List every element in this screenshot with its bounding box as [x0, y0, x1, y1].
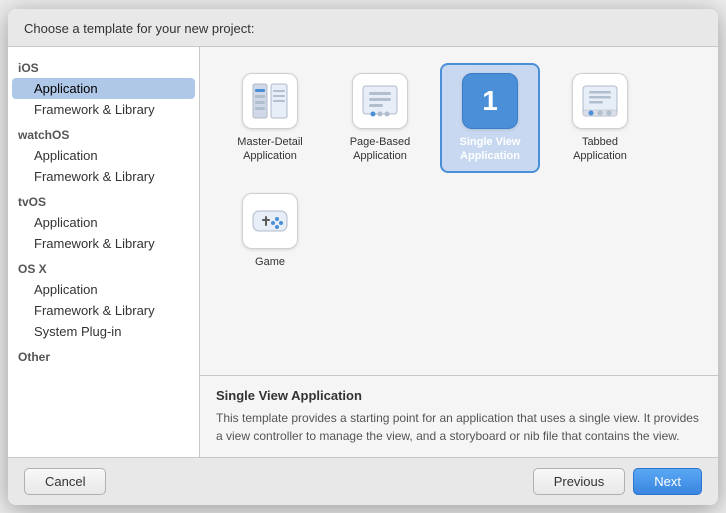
- sidebar-section-other: Other: [8, 342, 199, 367]
- sidebar-item-tvos-framework[interactable]: Framework & Library: [12, 233, 195, 254]
- sidebar-item-osx-plugin[interactable]: System Plug-in: [12, 321, 195, 342]
- sidebar: iOS Application Framework & Library watc…: [8, 47, 200, 457]
- description-title: Single View Application: [216, 388, 702, 403]
- template-label-single-view: Single ViewApplication: [460, 135, 521, 164]
- sidebar-item-watchos-application[interactable]: Application: [12, 145, 195, 166]
- next-button[interactable]: Next: [633, 468, 702, 495]
- sidebar-item-osx-framework[interactable]: Framework & Library: [12, 300, 195, 321]
- previous-button[interactable]: Previous: [533, 468, 626, 495]
- new-project-dialog: Choose a template for your new project: …: [8, 9, 718, 505]
- sidebar-section-ios: iOS: [8, 53, 199, 78]
- sidebar-item-osx-application[interactable]: Application: [12, 279, 195, 300]
- description-text: This template provides a starting point …: [216, 409, 702, 445]
- template-icon-game: [242, 193, 298, 249]
- dialog-title: Choose a template for your new project:: [24, 21, 255, 36]
- sidebar-section-tvos: tvOS: [8, 187, 199, 212]
- dialog-header: Choose a template for your new project:: [8, 9, 718, 47]
- description-panel: Single View Application This template pr…: [200, 375, 718, 457]
- template-label-page-based: Page-BasedApplication: [350, 135, 411, 164]
- sidebar-item-tvos-application[interactable]: Application: [12, 212, 195, 233]
- template-label-tabbed: TabbedApplication: [573, 135, 627, 164]
- dialog-footer: Cancel Previous Next: [8, 457, 718, 505]
- template-game[interactable]: Game: [220, 183, 320, 279]
- sidebar-section-watchos: watchOS: [8, 120, 199, 145]
- template-icon-single-view: 1: [462, 73, 518, 129]
- template-icon-master-detail: [242, 73, 298, 129]
- template-label-game: Game: [255, 255, 285, 269]
- template-tabbed[interactable]: TabbedApplication: [550, 63, 650, 174]
- sidebar-item-ios-framework[interactable]: Framework & Library: [12, 99, 195, 120]
- templates-grid: Master-DetailApplication: [200, 47, 718, 375]
- single-view-number: 1: [482, 85, 498, 117]
- sidebar-item-ios-application[interactable]: Application: [12, 78, 195, 99]
- template-icon-tabbed: [572, 73, 628, 129]
- cancel-button[interactable]: Cancel: [24, 468, 106, 495]
- sidebar-section-osx: OS X: [8, 254, 199, 279]
- navigation-buttons: Previous Next: [533, 468, 702, 495]
- template-label-master-detail: Master-DetailApplication: [237, 135, 302, 164]
- dialog-body: iOS Application Framework & Library watc…: [8, 47, 718, 457]
- template-icon-page-based: [352, 73, 408, 129]
- sidebar-item-watchos-framework[interactable]: Framework & Library: [12, 166, 195, 187]
- main-content: Master-DetailApplication: [200, 47, 718, 457]
- template-single-view[interactable]: 1 Single ViewApplication: [440, 63, 540, 174]
- template-master-detail[interactable]: Master-DetailApplication: [220, 63, 320, 174]
- template-page-based[interactable]: Page-BasedApplication: [330, 63, 430, 174]
